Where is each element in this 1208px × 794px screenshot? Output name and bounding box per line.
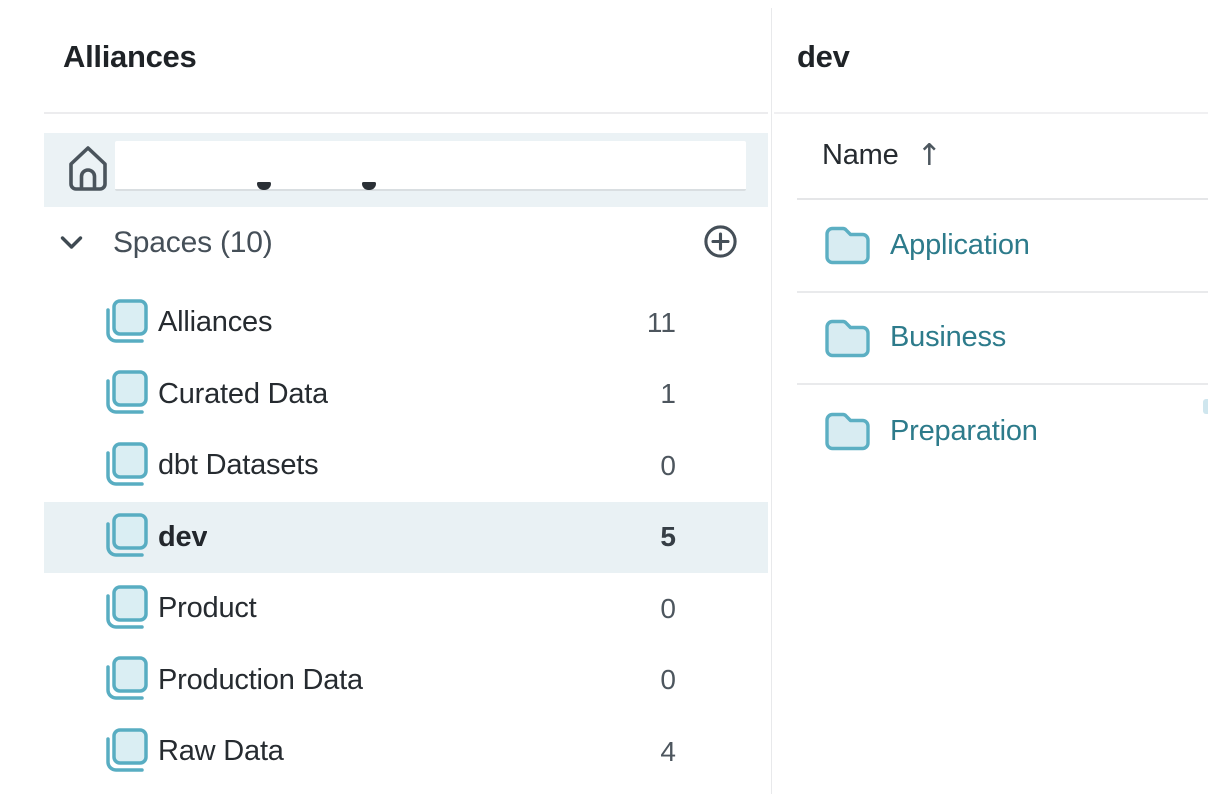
plus-circle-icon[interactable] — [703, 224, 738, 264]
space-icon — [103, 584, 149, 634]
folder-icon — [824, 318, 870, 358]
space-name: Product — [158, 592, 257, 625]
space-contents-panel: dev Name ↑ Application Business Preparat… — [772, 0, 1208, 794]
chevron-down-icon[interactable] — [60, 235, 83, 255]
space-icon — [103, 441, 149, 491]
space-name: Curated Data — [158, 378, 328, 411]
space-icon — [103, 655, 149, 705]
folder-icon — [824, 225, 870, 265]
space-name: dbt Datasets — [158, 449, 318, 482]
folder-name: Application — [890, 229, 1030, 262]
sidebar-item-alliances[interactable]: Alliances 11 — [44, 287, 768, 359]
space-icon — [103, 727, 149, 777]
folder-name: Preparation — [890, 415, 1038, 448]
sidebar-item-curated-data[interactable]: Curated Data 1 — [44, 359, 768, 431]
space-count: 5 — [660, 521, 676, 553]
space-count: 0 — [660, 450, 676, 482]
space-name: Raw Data — [158, 735, 284, 768]
space-icon — [103, 298, 149, 348]
page-title: dev — [797, 40, 850, 74]
main-title-divider — [774, 112, 1208, 114]
space-name: Alliances — [158, 306, 272, 339]
clipped-edge-element — [1203, 399, 1208, 414]
sidebar-item-production-data[interactable]: Production Data 0 — [44, 645, 768, 717]
sidebar-item-dev[interactable]: dev 5 — [44, 502, 768, 574]
sort-ascending-icon: ↑ — [917, 138, 942, 173]
spaces-section-header: Spaces (10) — [44, 218, 768, 268]
folder-name: Business — [890, 321, 1006, 354]
space-count: 4 — [660, 736, 676, 768]
home-item[interactable] — [44, 133, 768, 207]
folder-row-business[interactable]: Business — [797, 293, 1208, 386]
column-header-name[interactable]: Name ↑ — [822, 138, 942, 173]
space-count: 0 — [660, 593, 676, 625]
space-name: dev — [158, 521, 207, 554]
space-count: 11 — [647, 307, 676, 339]
spaces-section-label[interactable]: Spaces (10) — [113, 226, 273, 260]
folder-list: Application Business Preparation — [797, 200, 1208, 478]
folder-row-application[interactable]: Application — [797, 200, 1208, 293]
space-list: Alliances 11 Curated Data 1 dbt Datasets… — [44, 287, 768, 788]
space-icon — [103, 369, 149, 419]
space-icon — [103, 512, 149, 562]
spaces-sidebar: Alliances Spaces (10) — [0, 0, 772, 794]
redacted-text-overlay — [115, 141, 746, 191]
sidebar-title: Alliances — [63, 40, 196, 74]
folder-icon — [824, 411, 870, 451]
folder-row-preparation[interactable]: Preparation — [797, 385, 1208, 478]
home-icon — [66, 143, 110, 198]
space-count: 0 — [660, 664, 676, 696]
sidebar-title-divider — [44, 112, 768, 114]
sidebar-item-raw-data[interactable]: Raw Data 4 — [44, 716, 768, 788]
space-name: Production Data — [158, 664, 363, 697]
sidebar-item-dbt-datasets[interactable]: dbt Datasets 0 — [44, 430, 768, 502]
space-count: 1 — [660, 378, 676, 410]
sidebar-item-product[interactable]: Product 0 — [44, 573, 768, 645]
column-header-name-label: Name — [822, 139, 899, 172]
